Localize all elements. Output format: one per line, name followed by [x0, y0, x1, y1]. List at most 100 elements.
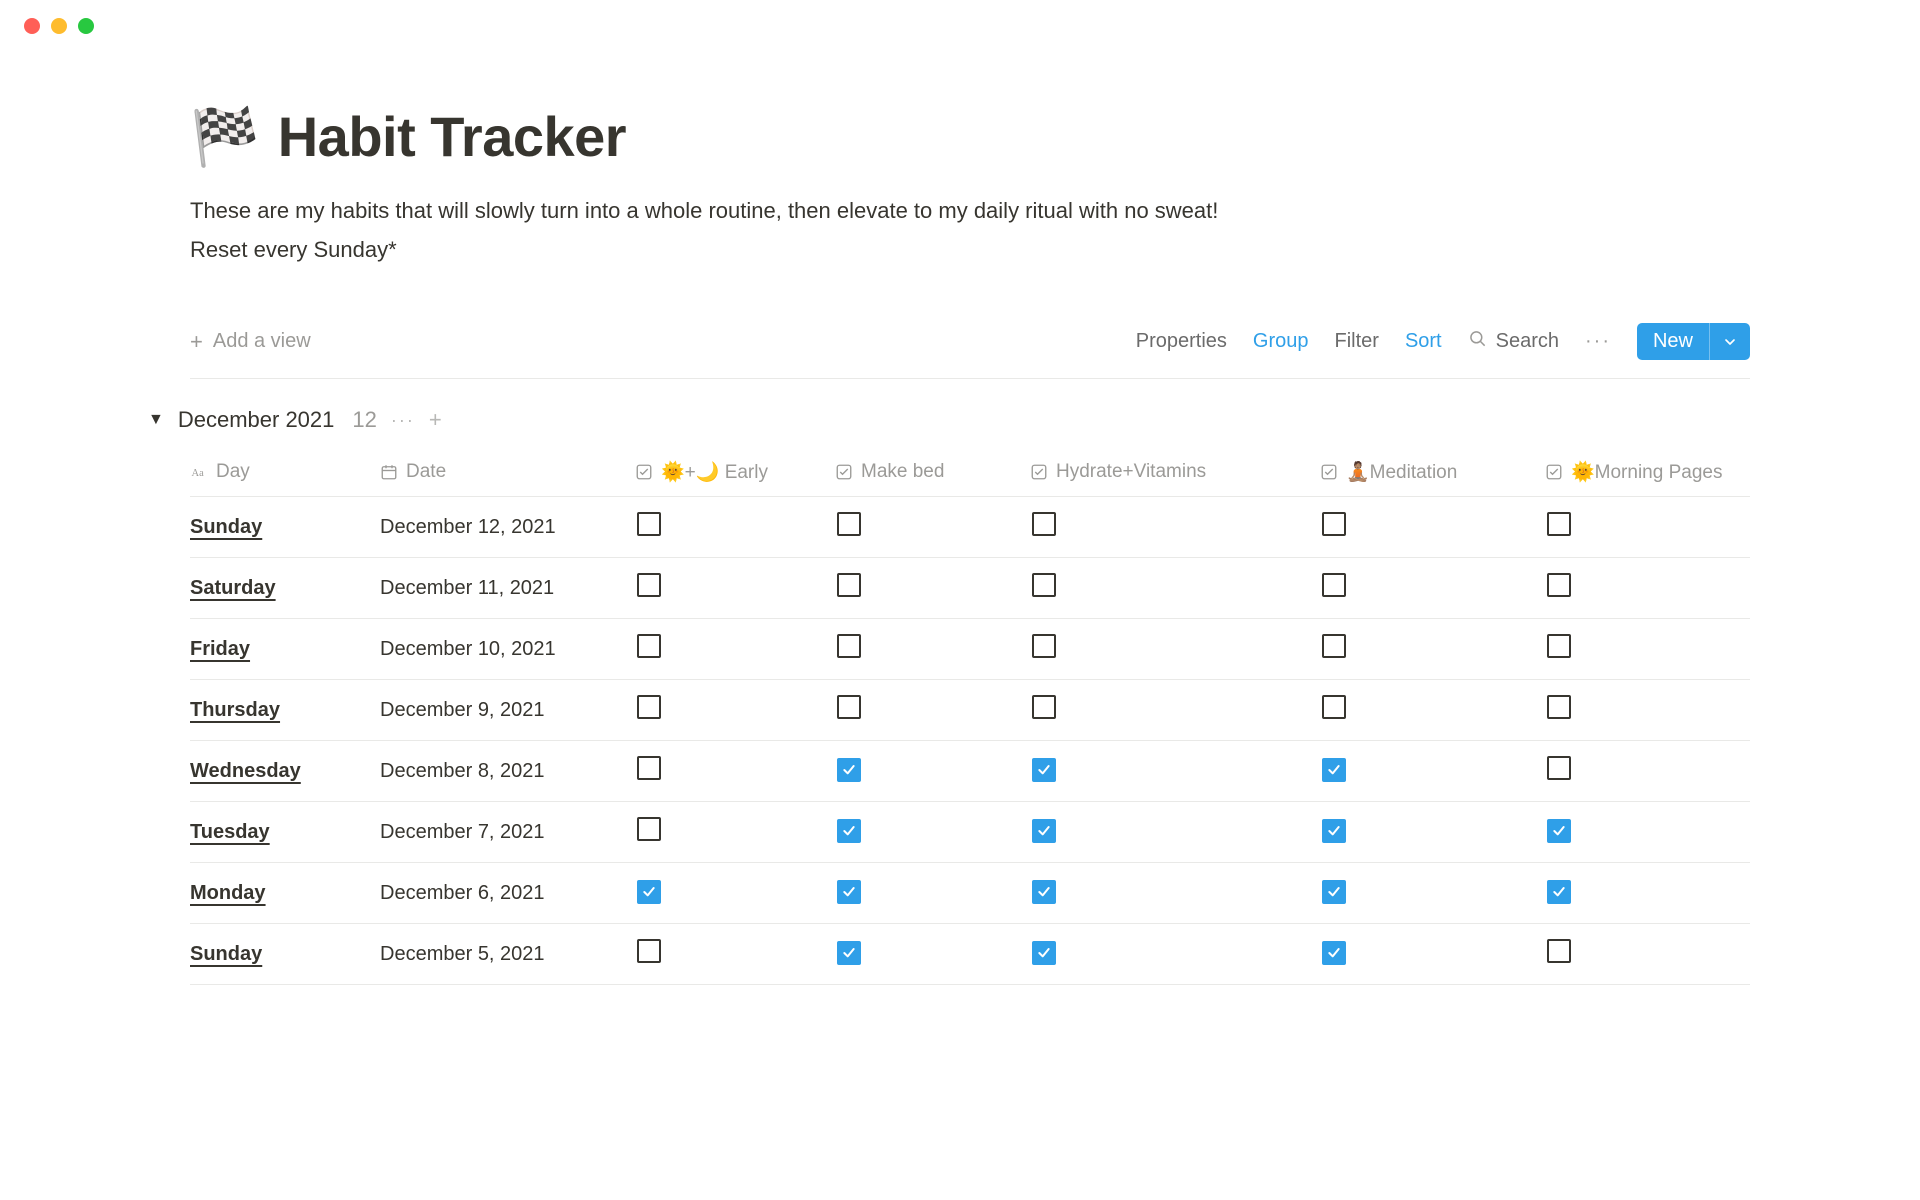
habit-checkbox[interactable] — [1547, 939, 1571, 963]
habit-checkbox[interactable] — [1547, 512, 1571, 536]
habit-checkbox[interactable] — [1322, 695, 1346, 719]
habit-checkbox[interactable] — [1322, 819, 1346, 843]
day-cell[interactable]: Sunday — [190, 943, 380, 966]
group-button[interactable]: Group — [1253, 330, 1309, 353]
table-header: AaDayDate 🌞+🌙 Early Make bedHydrate+Vitami… — [190, 447, 1750, 497]
minimize-window-button[interactable] — [51, 18, 67, 34]
properties-button[interactable]: Properties — [1136, 330, 1227, 353]
habit-checkbox[interactable] — [1322, 880, 1346, 904]
table-row[interactable]: SundayDecember 12, 2021 — [190, 497, 1750, 558]
filter-button[interactable]: Filter — [1334, 330, 1378, 353]
habit-checkbox[interactable] — [1032, 941, 1056, 965]
day-cell[interactable]: Wednesday — [190, 760, 380, 783]
column-header-hydrate[interactable]: Hydrate+Vitamins — [1030, 461, 1320, 483]
column-header-meditation[interactable]: 🧘🏽Meditation — [1320, 460, 1545, 484]
date-cell[interactable]: December 8, 2021 — [380, 760, 635, 783]
habit-checkbox[interactable] — [1032, 634, 1056, 658]
habit-checkbox[interactable] — [1322, 512, 1346, 536]
habit-checkbox[interactable] — [637, 573, 661, 597]
date-cell[interactable]: December 11, 2021 — [380, 577, 635, 600]
habit-checkbox[interactable] — [837, 695, 861, 719]
habit-checkbox[interactable] — [1032, 695, 1056, 719]
habit-checkbox[interactable] — [1547, 573, 1571, 597]
habit-checkbox[interactable] — [1032, 819, 1056, 843]
table-row[interactable]: SundayDecember 5, 2021 — [190, 924, 1750, 985]
habit-checkbox[interactable] — [1547, 634, 1571, 658]
habit-checkbox[interactable] — [837, 512, 861, 536]
group-add-button[interactable]: + — [429, 407, 442, 433]
column-header-date[interactable]: Date — [380, 461, 635, 483]
table-row[interactable]: WednesdayDecember 8, 2021 — [190, 741, 1750, 802]
table-row[interactable]: TuesdayDecember 7, 2021 — [190, 802, 1750, 863]
table-row[interactable]: SaturdayDecember 11, 2021 — [190, 558, 1750, 619]
column-header-early[interactable]: 🌞+🌙 Early — [635, 460, 835, 484]
habit-checkbox[interactable] — [1322, 941, 1346, 965]
maximize-window-button[interactable] — [78, 18, 94, 34]
habit-checkbox[interactable] — [1322, 634, 1346, 658]
habit-checkbox[interactable] — [637, 695, 661, 719]
habit-checkbox[interactable] — [637, 634, 661, 658]
group-name[interactable]: December 2021 — [178, 407, 335, 433]
day-cell[interactable]: Tuesday — [190, 821, 380, 844]
habit-checkbox[interactable] — [837, 880, 861, 904]
habit-checkbox[interactable] — [1032, 880, 1056, 904]
habit-checkbox[interactable] — [1032, 512, 1056, 536]
cell-meditation — [1320, 941, 1545, 967]
habit-checkbox[interactable] — [1547, 756, 1571, 780]
group-more-button[interactable]: ··· — [391, 410, 415, 431]
habit-checkbox[interactable] — [1322, 573, 1346, 597]
new-button[interactable]: New — [1637, 323, 1750, 360]
cell-makebed — [835, 573, 1030, 603]
table-row[interactable]: ThursdayDecember 9, 2021 — [190, 680, 1750, 741]
more-options-button[interactable]: ··· — [1585, 330, 1611, 353]
column-header-morningpages[interactable]: 🌞Morning Pages — [1545, 460, 1750, 484]
sort-button[interactable]: Sort — [1405, 330, 1442, 353]
habit-checkbox[interactable] — [1032, 573, 1056, 597]
habit-checkbox[interactable] — [837, 758, 861, 782]
table-row[interactable]: FridayDecember 10, 2021 — [190, 619, 1750, 680]
day-cell[interactable]: Monday — [190, 882, 380, 905]
habit-checkbox[interactable] — [637, 817, 661, 841]
page-reset-note[interactable]: Reset every Sunday* — [190, 232, 1750, 267]
cell-morningpages — [1545, 573, 1750, 603]
habit-checkbox[interactable] — [1547, 819, 1571, 843]
day-cell[interactable]: Friday — [190, 638, 380, 661]
habit-checkbox[interactable] — [1032, 758, 1056, 782]
column-label: 🌞+🌙 Early — [661, 460, 768, 484]
date-cell[interactable]: December 9, 2021 — [380, 699, 635, 722]
date-cell[interactable]: December 5, 2021 — [380, 943, 635, 966]
date-cell[interactable]: December 6, 2021 — [380, 882, 635, 905]
column-header-makebed[interactable]: Make bed — [835, 461, 1030, 483]
add-view-button[interactable]: + Add a view — [190, 329, 311, 355]
cell-early — [635, 939, 835, 969]
day-cell[interactable]: Sunday — [190, 516, 380, 539]
habit-checkbox[interactable] — [837, 941, 861, 965]
table-row[interactable]: MondayDecember 6, 2021 — [190, 863, 1750, 924]
habit-checkbox[interactable] — [637, 756, 661, 780]
page-title[interactable]: Habit Tracker — [278, 104, 626, 169]
habit-checkbox[interactable] — [837, 573, 861, 597]
habit-checkbox[interactable] — [637, 939, 661, 963]
habit-checkbox[interactable] — [1547, 880, 1571, 904]
search-button[interactable]: Search — [1468, 329, 1559, 355]
new-dropdown-button[interactable] — [1709, 323, 1750, 360]
day-cell[interactable]: Thursday — [190, 699, 380, 722]
date-cell[interactable]: December 10, 2021 — [380, 638, 635, 661]
date-cell[interactable]: December 12, 2021 — [380, 516, 635, 539]
habit-checkbox[interactable] — [637, 512, 661, 536]
habit-checkbox[interactable] — [1547, 695, 1571, 719]
cell-morningpages — [1545, 819, 1750, 845]
column-header-day[interactable]: AaDay — [190, 461, 380, 483]
date-cell[interactable]: December 7, 2021 — [380, 821, 635, 844]
habit-checkbox[interactable] — [637, 880, 661, 904]
cell-early — [635, 573, 835, 603]
group-toggle[interactable]: ▼ — [148, 411, 164, 429]
page-icon[interactable]: 🏁 — [190, 109, 260, 165]
day-cell[interactable]: Saturday — [190, 577, 380, 600]
checkbox-icon — [1545, 463, 1563, 481]
habit-checkbox[interactable] — [837, 819, 861, 843]
close-window-button[interactable] — [24, 18, 40, 34]
page-description[interactable]: These are my habits that will slowly tur… — [190, 193, 1750, 228]
habit-checkbox[interactable] — [1322, 758, 1346, 782]
habit-checkbox[interactable] — [837, 634, 861, 658]
